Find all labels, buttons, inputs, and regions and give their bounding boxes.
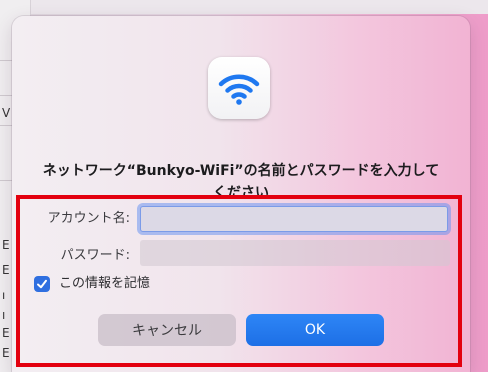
- background-text: E: [2, 263, 10, 277]
- account-name-label: アカウント名:: [47, 211, 130, 226]
- cancel-button[interactable]: キャンセル: [98, 314, 236, 346]
- checkmark-icon: [37, 279, 47, 289]
- background-text: ו: [2, 288, 6, 302]
- background-text: ı: [2, 308, 6, 322]
- ok-button[interactable]: OK: [246, 314, 384, 346]
- remember-checkbox[interactable]: [34, 276, 50, 292]
- password-input[interactable]: [140, 240, 450, 266]
- background-text: E: [2, 346, 10, 360]
- account-name-input[interactable]: [140, 206, 448, 232]
- background-text: V: [2, 106, 11, 120]
- wifi-icon: [208, 57, 270, 119]
- background-text: E: [2, 326, 10, 340]
- remember-label[interactable]: この情報を記憶: [59, 276, 150, 292]
- dialog-title-line1: ネットワーク“Bunkyo-WiFi”の名前とパスワードを入力して: [42, 163, 440, 179]
- background-window-top: [30, 0, 488, 14]
- background-text: E: [2, 238, 10, 252]
- wifi-login-dialog: ネットワーク“Bunkyo-WiFi”の名前とパスワードを入力して ください ア…: [12, 16, 470, 372]
- password-label: パスワード:: [60, 248, 130, 263]
